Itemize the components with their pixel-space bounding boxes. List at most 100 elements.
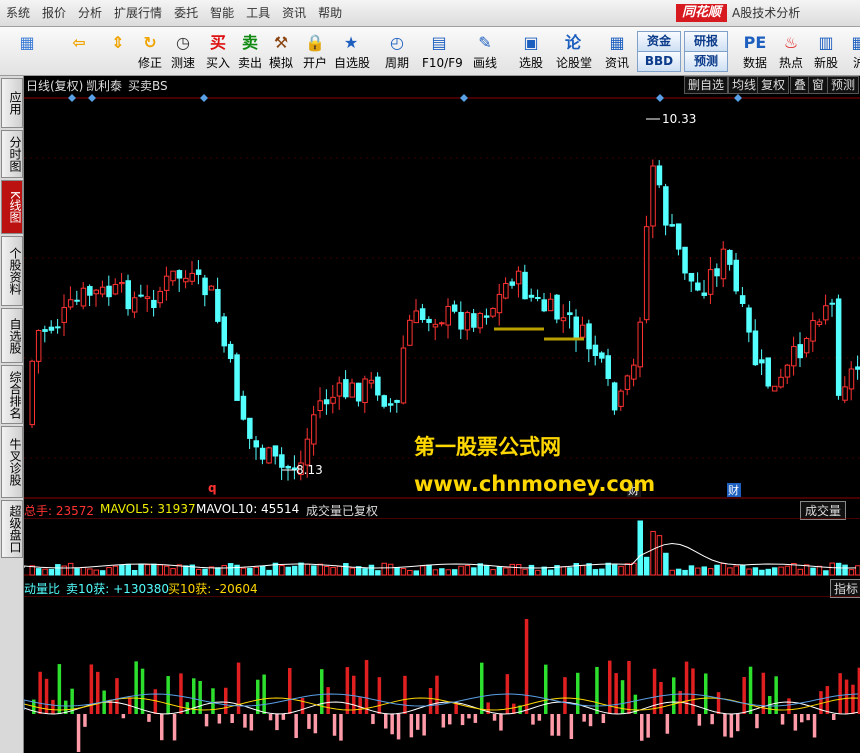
left-tab[interactable]: 自选股 [1,308,23,363]
volume-bar [279,565,285,576]
menu-item[interactable]: 智能 [204,0,240,26]
toolbar-button-修正[interactable]: ↻ 修正 [133,29,167,73]
toolbar-label: 论股堂 [556,56,593,70]
candle [707,269,714,295]
volume-bar [35,568,42,576]
menu-items: 系统 报价 分析 扩展行情 委托 智能 工具 资讯 帮助 [0,0,348,26]
toolbar-forecast-button[interactable]: 预测 [684,51,728,72]
candle [419,308,426,320]
left-tab[interactable]: K线图 [1,180,23,234]
candle [323,399,330,405]
toolbar-research-button[interactable]: 研报 [684,31,728,52]
left-tab[interactable]: 分时图 [1,130,23,178]
menu-item[interactable]: 报价 [36,0,72,26]
chart-button[interactable]: 均线 [728,76,761,94]
menu-item[interactable]: 分析 [72,0,108,26]
candle [733,259,739,292]
candle [842,386,848,401]
volume-bar [183,565,189,576]
candle [157,290,163,304]
toolbar-button-新股[interactable]: ▥ 新股 [809,29,843,73]
candle [509,281,515,286]
menu-item[interactable]: 委托 [168,0,204,26]
left-tab[interactable]: 超级盘口 [1,500,23,558]
toolbar-button-周期[interactable]: ◴ 周期 [380,29,414,73]
left-tab[interactable]: 牛叉诊股 [1,426,23,498]
indicator-bar [345,667,350,714]
toolbar-label: 画线 [472,56,497,70]
candle [131,297,138,313]
indicator-bar [121,714,126,719]
volume-bar [221,565,227,576]
candle [599,352,605,359]
volume-bar [515,564,522,576]
candle [439,322,445,325]
toolbar-button-模拟[interactable]: ⚒ 模拟 [264,29,298,73]
candle [259,447,266,460]
chart-button[interactable]: 叠 [790,76,811,94]
indicator-bar [684,661,689,714]
left-tab[interactable]: 综合排名 [1,365,23,424]
toolbar-button-测速[interactable]: ◷ 测速 [166,29,200,73]
chart-button[interactable]: 预测 [827,76,860,94]
volume-bar [669,569,675,576]
menu-item[interactable]: 系统 [0,0,36,26]
candle [234,354,240,401]
toolbar-bbd-button[interactable]: BBD [637,51,681,72]
volume-bar [656,535,663,576]
menu-item[interactable]: 工具 [240,0,276,26]
chart-button[interactable]: 删自选 [684,76,729,94]
candle [215,288,221,322]
forum-icon: 论 [564,33,581,52]
toolbar-button-卖出[interactable]: 卖卖出 [233,29,267,73]
indicator-bar [51,699,55,714]
indicator-bar [710,714,714,725]
volume-bar [362,568,368,576]
indicator-bar [755,714,759,729]
indicator-bar [556,714,561,736]
left-tab[interactable]: 个股资料 [1,236,23,306]
toolbar-button-选股[interactable]: ▣ 选股 [514,29,548,73]
toolbar-button-沪[interactable]: ▦ 沪 [842,29,860,73]
toolbar-label: 沪 [852,56,860,70]
indicator-bar [512,703,516,714]
chart-button[interactable]: 复权 [757,76,790,94]
toolbar-button-热点[interactable]: ♨ 热点 [774,29,808,73]
indicator-bar [275,714,279,731]
indicator-bar [588,714,593,727]
toolbar-button-back-arrow[interactable]: ⇦ [62,29,96,73]
left-tab[interactable]: 应用 [1,78,23,128]
toolbar-button-论股堂[interactable]: 论论股堂 [556,29,593,73]
candle [55,326,61,329]
candle [61,307,67,323]
candle [317,400,323,412]
menu-item[interactable]: 资讯 [276,0,312,26]
toolbar-button-数据[interactable]: PE 数据 [738,29,772,73]
volume-bar [784,565,791,576]
menu-item[interactable]: 扩展行情 [108,0,168,26]
volume-bar [464,565,471,576]
volume-bar [490,569,496,576]
stock-name: 凯利泰 [86,79,123,93]
volume-bar [93,569,99,576]
clock-period-icon: ◴ [390,33,404,52]
indicator-bar [204,714,209,727]
toolbar-button-F10/F9[interactable]: ▤ F10/F9 [422,29,463,73]
toolbar-button-买入[interactable]: 买买入 [201,29,235,73]
toolbar-button-开户[interactable]: 🔒 开户 [298,29,332,73]
toolbar-button-画线[interactable]: ✎ 画线 [468,29,502,73]
toolbar-fund-button[interactable]: 资金 [637,31,681,52]
watermark-url: www.chnmoney.com [414,472,656,496]
indicator-bar [153,689,158,714]
toolbar-button-up-down-arrows[interactable]: ⇕ [101,29,135,73]
volume-bar [778,566,784,576]
candle [682,246,688,274]
volume-bar [291,565,298,576]
toolbar-button-grid[interactable]: ▦ [10,29,44,73]
toolbar-button-自选股[interactable]: ★ 自选股 [334,29,370,73]
menu-item[interactable]: 帮助 [312,0,348,26]
chart-button[interactable]: 窗 [808,76,829,94]
chart-area[interactable]: 日线(复权) 凯利泰 买卖BS 删自选 均线 复权叠窗预测 10.33 8.13 q 财财… [24,76,860,753]
toolbar-button-资讯[interactable]: ▦ 资讯 [600,29,634,73]
indicator-bar [595,666,599,714]
